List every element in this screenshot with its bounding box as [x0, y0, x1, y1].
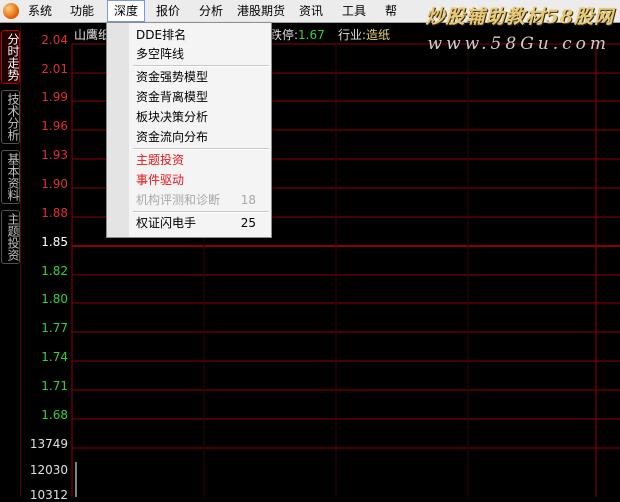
- price-tick-label: 1.77: [41, 321, 68, 335]
- volume-tick-label: 13749: [29, 437, 68, 451]
- dropdown-item-label: DDE排名: [136, 28, 187, 42]
- dropdown-item-label: 多空阵线: [136, 47, 185, 61]
- tab-theme-investing[interactable]: 主题投资: [1, 210, 20, 264]
- dropdown-item[interactable]: 权证闪电手 25: [136, 213, 266, 233]
- dropdown-item: 机构评测和诊断 18: [136, 190, 266, 210]
- dropdown-item-label: 机构评测和诊断: [136, 193, 221, 207]
- tab-technical-analysis[interactable]: 技术分析: [1, 90, 20, 144]
- limit-down-value: 1.67: [298, 28, 325, 42]
- stock-name: 山鹰纸: [74, 28, 111, 42]
- dropdown-item-label: 资金流向分布: [136, 130, 209, 144]
- volume-tick-label: 12030: [29, 463, 68, 477]
- dropdown-item[interactable]: DDE排名: [136, 25, 266, 45]
- price-axis: 2.04 2.01 1.99 1.96 1.93 1.90 1.88 1.85 1.82 1.80…: [20, 26, 72, 502]
- dropdown-item[interactable]: 板块决策分析: [136, 107, 266, 127]
- limit-down-label: 跌停:: [270, 28, 299, 42]
- dropdown-item-shortcut: 25: [240, 216, 256, 230]
- price-tick-label: 1.85: [41, 235, 68, 249]
- price-tick-label: 1.74: [41, 350, 68, 364]
- price-tick-label: 1.80: [41, 292, 68, 306]
- price-tick-label: 1.99: [41, 90, 68, 104]
- price-tick-label: 1.93: [41, 148, 68, 162]
- dropdown-item-label: 资金背离模型: [136, 90, 209, 104]
- side-tab-bar: 分时走势 技术分析 基本资料 主题投资: [0, 26, 21, 497]
- dropdown-item-shortcut: 18: [240, 193, 256, 207]
- price-tick-label: 1.71: [41, 379, 68, 393]
- menu-gutter: [107, 23, 129, 237]
- dropdown-item-label: 主题投资: [136, 153, 185, 167]
- dropdown-item-label: 权证闪电手: [136, 216, 197, 230]
- dropdown-item[interactable]: 主题投资: [136, 150, 266, 170]
- price-tick-label: 1.96: [41, 119, 68, 133]
- dropdown-item[interactable]: 事件驱动: [136, 170, 266, 190]
- chart-grid: [71, 43, 620, 497]
- depth-dropdown-menu: DDE排名多空阵线资金强势模型 资金背离模型 板块决策分析 资金流向分布 主题投资事件驱…: [106, 22, 272, 238]
- price-tick-label: 1.88: [41, 206, 68, 220]
- dropdown-item[interactable]: 资金背离模型: [136, 87, 266, 107]
- price-tick-label: 1.90: [41, 177, 68, 191]
- limit-down: 跌停:1.67: [270, 26, 325, 43]
- industry-label: 行业:: [338, 28, 367, 42]
- volume-tick-label: 10312: [29, 488, 68, 502]
- dropdown-item[interactable]: 多空阵线: [136, 44, 266, 64]
- tab-fundamentals[interactable]: 基本资料: [1, 150, 20, 204]
- tab-intraday[interactable]: 分时走势: [1, 30, 20, 84]
- price-tick-label: 2.04: [41, 33, 68, 47]
- industry-value: 造纸: [366, 28, 391, 42]
- price-tick-label: 1.68: [41, 408, 68, 422]
- dropdown-item-label: 事件驱动: [136, 173, 185, 187]
- dropdown-item-label: 板块决策分析: [136, 110, 209, 124]
- price-tick-label: 1.82: [41, 264, 68, 278]
- price-tick-label: 2.01: [41, 62, 68, 76]
- dropdown-item[interactable]: 资金强势模型: [136, 67, 266, 87]
- dropdown-item[interactable]: 资金流向分布: [136, 127, 266, 147]
- industry: 行业:造纸: [338, 26, 390, 43]
- dropdown-item-label: 资金强势模型: [136, 70, 209, 84]
